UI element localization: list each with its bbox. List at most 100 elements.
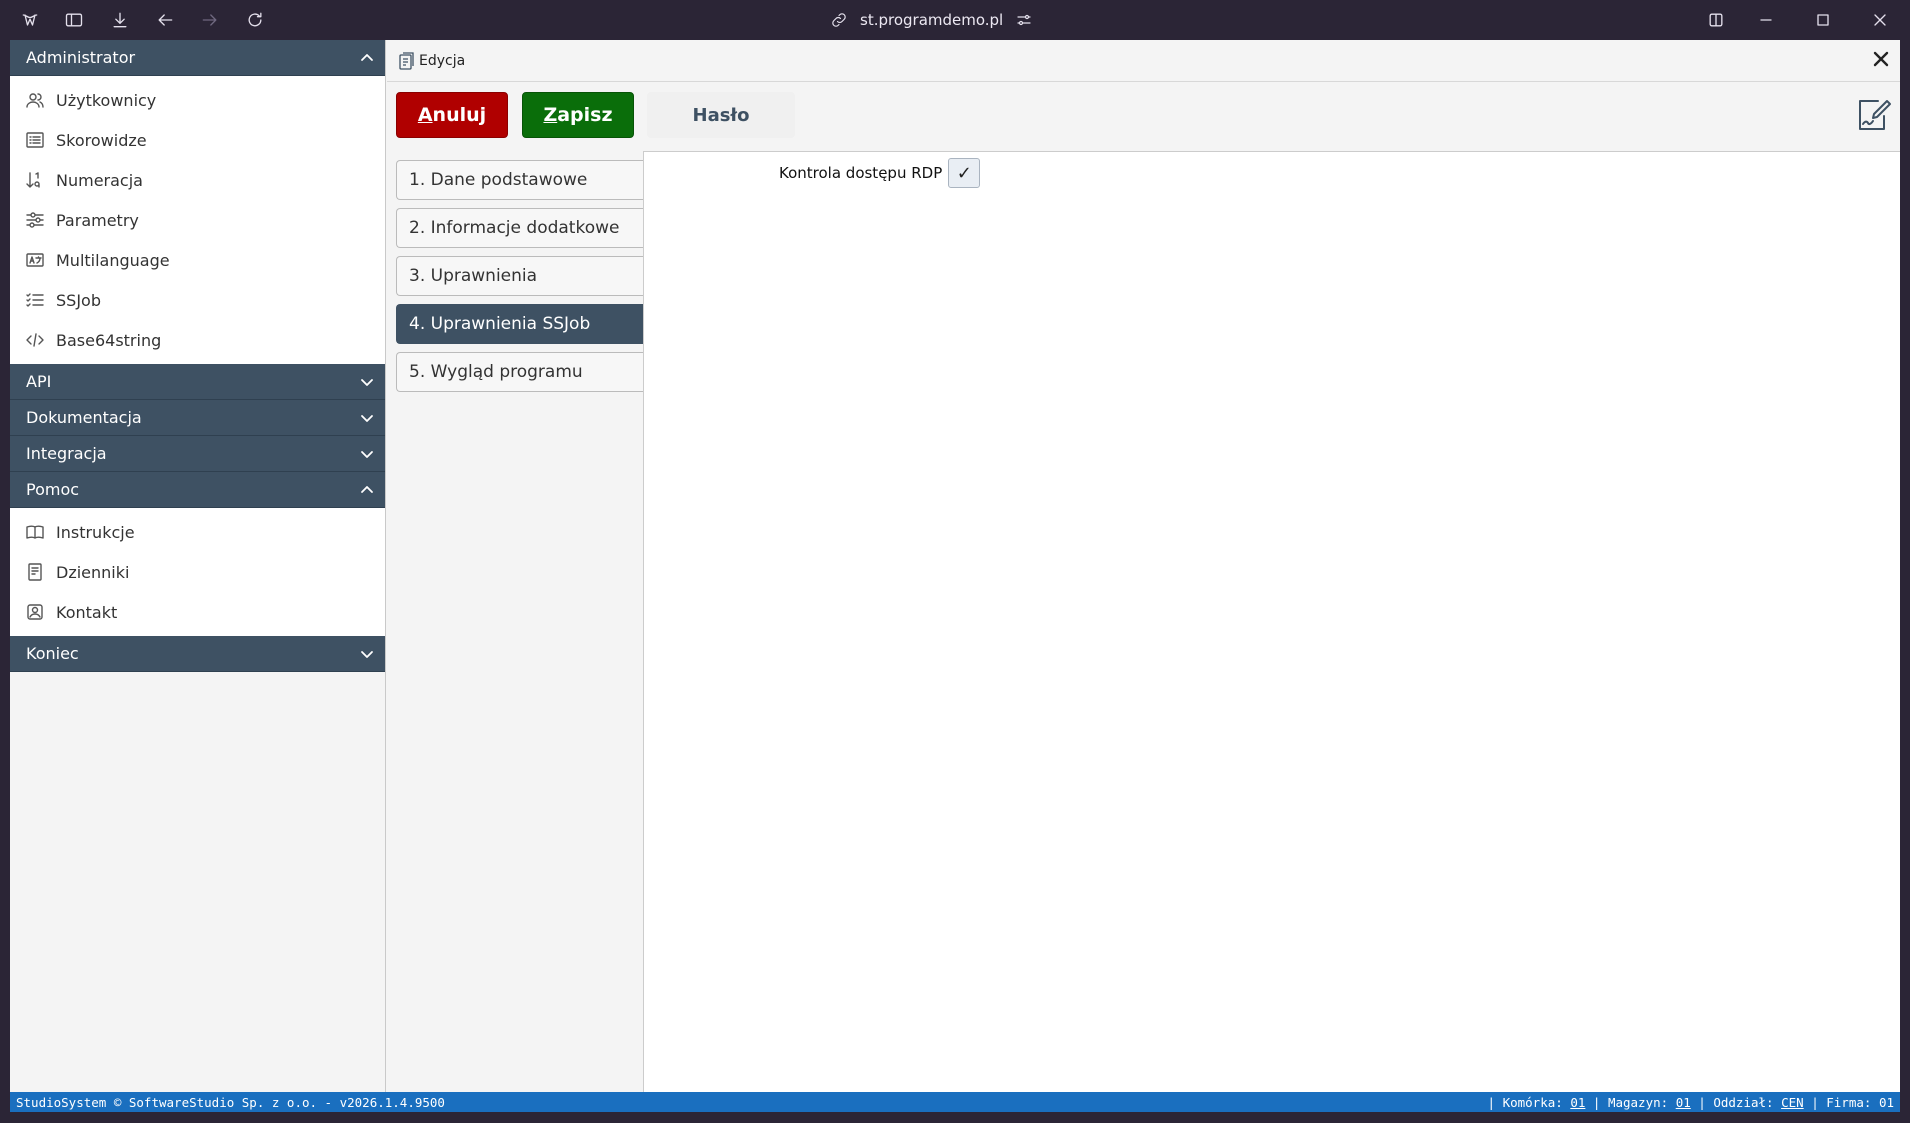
sidebar-item-label: Kontakt bbox=[56, 602, 118, 622]
browser-logo-icon[interactable] bbox=[18, 8, 42, 32]
administrator-items: Użytkownicy Skorowidze Numeracja Paramet… bbox=[10, 76, 385, 364]
window-close-icon[interactable] bbox=[1868, 8, 1892, 32]
journal-icon bbox=[28, 563, 42, 581]
rdp-access-checkbox[interactable]: ✓ bbox=[948, 158, 981, 188]
browser-toolbar: st.programdemo.pl bbox=[0, 0, 1910, 40]
sliders-icon bbox=[26, 212, 44, 228]
rdp-access-field: Kontrola dostępu RDP ✓ bbox=[779, 158, 981, 188]
save-label: apisz bbox=[557, 104, 613, 126]
translate-icon bbox=[26, 253, 44, 267]
sidebar-item-base64string[interactable]: Base64string bbox=[10, 320, 385, 360]
forward-icon[interactable] bbox=[198, 8, 222, 32]
sidebar-item-instrukcje[interactable]: Instrukcje bbox=[10, 512, 385, 552]
section-label: Administrator bbox=[26, 48, 136, 67]
split-view-icon[interactable] bbox=[1704, 8, 1728, 32]
sidebar-item-label: Użytkownicy bbox=[56, 90, 157, 110]
tab-uprawnienia[interactable]: 3. Uprawnienia bbox=[396, 256, 644, 296]
save-button[interactable]: Zapisz bbox=[522, 92, 634, 138]
tab-label: 5. Wygląd programu bbox=[409, 362, 583, 382]
download-icon[interactable] bbox=[108, 8, 132, 32]
firma-value: 01 bbox=[1878, 1094, 1894, 1110]
sidebar-item-label: Numeracja bbox=[56, 170, 143, 190]
section-administrator[interactable]: Administrator bbox=[10, 40, 385, 76]
section-dokumentacja[interactable]: Dokumentacja bbox=[10, 400, 385, 436]
sidebar-item-numeracja[interactable]: Numeracja bbox=[10, 160, 385, 200]
chevron-up-icon bbox=[361, 53, 373, 61]
pomoc-items: Instrukcje Dzienniki Kontakt bbox=[10, 508, 385, 636]
tab-uprawnienia-ssjob[interactable]: 4. Uprawnienia SSJob bbox=[396, 304, 644, 344]
sidebar-item-skorowidze[interactable]: Skorowidze bbox=[10, 120, 385, 160]
reload-icon[interactable] bbox=[243, 8, 267, 32]
section-label: Dokumentacja bbox=[26, 408, 142, 427]
komorka-label: Komórka: bbox=[1502, 1094, 1563, 1110]
section-label: API bbox=[26, 372, 52, 391]
panel-toolbar: Anuluj Zapisz Hasło bbox=[387, 82, 1900, 148]
signature-icon[interactable] bbox=[1854, 96, 1894, 136]
sidebar-item-label: Parametry bbox=[56, 210, 139, 230]
cancel-accesskey: A bbox=[417, 104, 433, 126]
tab-label: 1. Dane podstawowe bbox=[409, 170, 588, 190]
checklist-icon bbox=[26, 293, 44, 307]
panel-close-button[interactable] bbox=[1872, 50, 1892, 70]
maximize-icon[interactable] bbox=[1811, 8, 1835, 32]
password-label: Hasło bbox=[692, 104, 750, 126]
sidebar-item-dzienniki[interactable]: Dzienniki bbox=[10, 552, 385, 592]
sidebar-item-kontakt[interactable]: Kontakt bbox=[10, 592, 385, 632]
section-label: Pomoc bbox=[26, 480, 80, 499]
status-bar: StudioSystem © SoftwareStudio Sp. z o.o.… bbox=[10, 1092, 1900, 1112]
panel-title: Edycja bbox=[419, 52, 466, 69]
cancel-label: nuluj bbox=[432, 104, 487, 126]
close-icon bbox=[1873, 51, 1889, 67]
tab-dane-podstawowe[interactable]: 1. Dane podstawowe bbox=[396, 160, 644, 200]
oddzial-value[interactable]: CEN bbox=[1781, 1095, 1804, 1110]
tab-informacje-dodatkowe[interactable]: 2. Informacje dodatkowe bbox=[396, 208, 644, 248]
sidebar-item-label: Multilanguage bbox=[56, 250, 170, 270]
chevron-down-icon bbox=[361, 450, 373, 458]
sidebar-item-label: SSJob bbox=[56, 290, 101, 310]
users-icon bbox=[26, 93, 44, 108]
sidebar-item-multilanguage[interactable]: Multilanguage bbox=[10, 240, 385, 280]
section-api[interactable]: API bbox=[10, 364, 385, 400]
minimize-icon[interactable] bbox=[1754, 8, 1778, 32]
address-bar[interactable]: st.programdemo.pl bbox=[830, 6, 1060, 34]
edit-tabs: 1. Dane podstawowe 2. Informacje dodatko… bbox=[396, 160, 644, 400]
code-icon bbox=[26, 333, 44, 347]
section-integracja[interactable]: Integracja bbox=[10, 436, 385, 472]
password-button[interactable]: Hasło bbox=[647, 92, 795, 138]
status-context: | Komórka: 01 | Magazyn: 01 | Oddział: C… bbox=[1487, 1094, 1895, 1110]
sidebar-item-parametry[interactable]: Parametry bbox=[10, 200, 385, 240]
url-text: st.programdemo.pl bbox=[860, 11, 1004, 29]
sidebar-item-label: Instrukcje bbox=[56, 522, 135, 542]
section-label: Koniec bbox=[26, 644, 79, 663]
section-koniec[interactable]: Koniec bbox=[10, 636, 385, 672]
section-label: Integracja bbox=[26, 444, 107, 463]
magazyn-value[interactable]: 01 bbox=[1676, 1095, 1691, 1110]
save-accesskey: Z bbox=[543, 104, 558, 126]
tab-label: 3. Uprawnienia bbox=[409, 266, 538, 286]
sidebar-item-label: Dzienniki bbox=[56, 562, 130, 582]
sidebar-item-uzytkownicy[interactable]: Użytkownicy bbox=[10, 80, 385, 120]
status-copyright: StudioSystem © SoftwareStudio Sp. z o.o.… bbox=[16, 1094, 445, 1110]
site-settings-icon[interactable] bbox=[1015, 11, 1033, 29]
cancel-button[interactable]: Anuluj bbox=[396, 92, 508, 138]
contact-icon bbox=[27, 604, 43, 620]
app-window: Administrator Użytkownicy Skorowidze Num… bbox=[10, 40, 1900, 1112]
sidebar-toggle-icon[interactable] bbox=[62, 8, 86, 32]
section-pomoc[interactable]: Pomoc bbox=[10, 472, 385, 508]
edit-panel: Edycja Anuluj Zapisz Hasło 1. Dane podst… bbox=[387, 40, 1900, 1092]
back-icon[interactable] bbox=[153, 8, 177, 32]
check-icon: ✓ bbox=[956, 162, 972, 184]
sidebar-item-ssjob[interactable]: SSJob bbox=[10, 280, 385, 320]
list-icon bbox=[26, 132, 44, 148]
magazyn-label: Magazyn: bbox=[1607, 1094, 1669, 1110]
tab-label: 2. Informacje dodatkowe bbox=[409, 218, 620, 238]
sidebar-item-label: Base64string bbox=[56, 330, 162, 350]
book-icon bbox=[26, 525, 44, 539]
tab-label: 4. Uprawnienia SSJob bbox=[409, 314, 591, 334]
tab-wyglad-programu[interactable]: 5. Wygląd programu bbox=[396, 352, 644, 392]
chevron-down-icon bbox=[361, 378, 373, 386]
tab-content: Kontrola dostępu RDP ✓ bbox=[643, 151, 1900, 1092]
sidebar-item-label: Skorowidze bbox=[56, 130, 147, 150]
komorka-value[interactable]: 01 bbox=[1570, 1095, 1585, 1110]
chevron-down-icon bbox=[361, 650, 373, 658]
